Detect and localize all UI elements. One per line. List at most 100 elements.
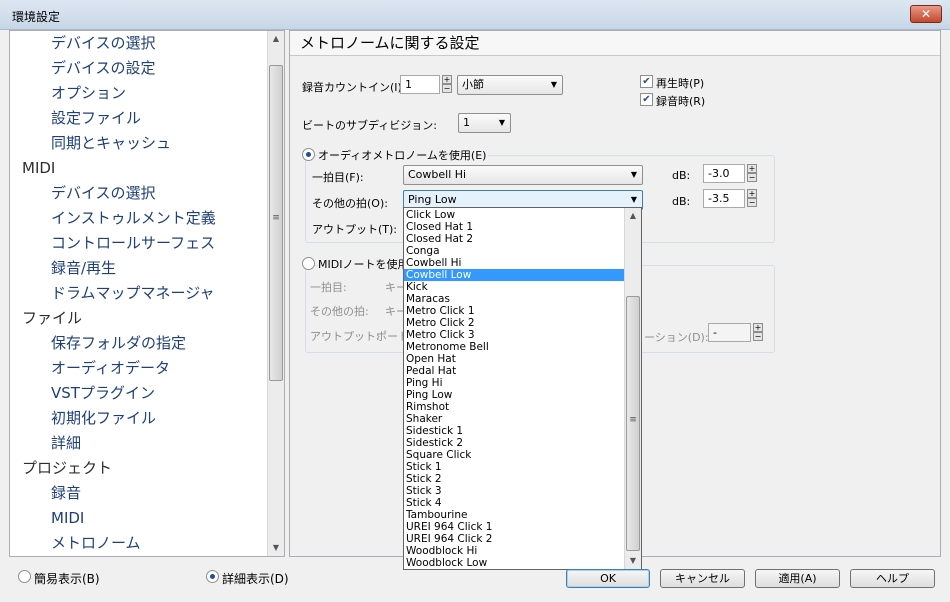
dropdown-option[interactable]: Metro Click 2	[404, 317, 626, 329]
dropdown-option[interactable]: Conga	[404, 245, 626, 257]
play-label: 再生時(P)	[656, 77, 705, 90]
dropdown-scroll-thumb[interactable]: ≡	[626, 296, 640, 551]
subdivision-label: ビートのサブディビジョン:	[302, 119, 437, 132]
dropdown-option[interactable]: Cowbell Low	[404, 269, 626, 281]
help-button[interactable]: ヘルプ	[850, 569, 935, 588]
dropdown-option[interactable]: Square Click	[404, 449, 626, 461]
dropdown-option[interactable]: Stick 4	[404, 497, 626, 509]
tree-item[interactable]: オプション	[51, 81, 126, 105]
subdivision-select[interactable]: 1 ▼	[458, 113, 511, 133]
dropdown-option[interactable]: Ping Low	[404, 389, 626, 401]
dropdown-option[interactable]: Shaker	[404, 413, 626, 425]
scroll-up-icon[interactable]: ▲	[268, 31, 284, 47]
dropdown-option[interactable]: Metro Click 1	[404, 305, 626, 317]
dropdown-option[interactable]: UREI 964 Click 1	[404, 521, 626, 533]
dropdown-scrollbar[interactable]: ▲ ≡ ▼	[624, 208, 641, 569]
dropdown-option[interactable]: Maracas	[404, 293, 626, 305]
dropdown-option[interactable]: Closed Hat 1	[404, 221, 626, 233]
first-db-input[interactable]: -3.0	[703, 164, 745, 183]
dropdown-option[interactable]: Click Low	[404, 209, 626, 221]
simple-view-radio[interactable]	[18, 570, 31, 583]
dropdown-option[interactable]: Ping Hi	[404, 377, 626, 389]
first-db-label: dB:	[672, 169, 691, 182]
tree-item[interactable]: 録音/再生	[51, 256, 116, 280]
tree-item[interactable]: VSTプラグイン	[51, 381, 155, 405]
dropdown-option[interactable]: Sidestick 2	[404, 437, 626, 449]
other-db-stepper[interactable]: + −	[747, 189, 757, 208]
tree-item[interactable]: デバイスの選択	[51, 181, 156, 205]
tree-item[interactable]: MIDI	[51, 506, 84, 530]
first-beat-value: Cowbell Hi	[408, 168, 467, 181]
count-in-unit-value: 小節	[462, 78, 484, 91]
detail-view-label: 詳細表示(D)	[222, 572, 289, 586]
tree-item[interactable]: ファイル	[22, 306, 82, 330]
tree-item[interactable]: デバイスの設定	[51, 56, 156, 80]
midi-velocity-stepper[interactable]: + −	[753, 323, 763, 342]
title-bar: 環境設定 ✕	[0, 0, 950, 30]
audio-metronome-radio[interactable]	[302, 148, 315, 161]
dropdown-option[interactable]: Woodblock Low	[404, 557, 626, 569]
dropdown-option[interactable]: Closed Hat 2	[404, 233, 626, 245]
dropdown-option[interactable]: Stick 2	[404, 473, 626, 485]
midi-first-label: 一拍目:	[310, 281, 347, 294]
dropdown-option[interactable]: Tambourine	[404, 509, 626, 521]
first-db-stepper[interactable]: + −	[747, 164, 757, 183]
close-button[interactable]: ✕	[910, 5, 942, 23]
tree-item[interactable]: 設定ファイル	[51, 106, 141, 130]
dropdown-option[interactable]: Rimshot	[404, 401, 626, 413]
tree-item[interactable]: デバイスの選択	[51, 31, 156, 55]
apply-button[interactable]: 適用(A)	[755, 569, 840, 588]
audio-metronome-label: オーディオメトロノームを使用(E)	[318, 147, 489, 163]
tree-item[interactable]: 保存フォルダの指定	[51, 331, 186, 355]
ok-button[interactable]: OK	[566, 569, 650, 588]
plus-icon[interactable]: +	[753, 323, 763, 332]
tree-item[interactable]: インストゥルメント定義	[51, 206, 216, 230]
dropdown-option[interactable]: Woodblock Hi	[404, 545, 626, 557]
cancel-button[interactable]: キャンセル	[660, 569, 745, 588]
dropdown-option[interactable]: Metronome Bell	[404, 341, 626, 353]
tree-item[interactable]: 録音	[51, 481, 81, 505]
scroll-up-icon[interactable]: ▲	[625, 208, 641, 224]
minus-icon[interactable]: −	[442, 84, 452, 93]
midi-note-radio[interactable]	[302, 257, 315, 270]
tree-item[interactable]: メトロノーム	[51, 531, 141, 555]
dropdown-option[interactable]: Cowbell Hi	[404, 257, 626, 269]
first-beat-select[interactable]: Cowbell Hi ▼	[403, 165, 643, 185]
other-db-input[interactable]: -3.5	[703, 189, 745, 208]
tree-item[interactable]: コントロールサーフェス	[51, 231, 215, 255]
tree-item[interactable]: 初期化ファイル	[51, 406, 156, 430]
tree-item[interactable]: プロジェクト	[22, 456, 112, 480]
tree-scroll-thumb[interactable]: ≡	[269, 65, 283, 381]
rec-checkbox[interactable]: ✔	[640, 93, 653, 106]
count-in-unit-select[interactable]: 小節 ▼	[457, 75, 563, 95]
plus-icon[interactable]: +	[747, 189, 757, 198]
minus-icon[interactable]: −	[753, 332, 763, 341]
dropdown-option[interactable]: Metro Click 3	[404, 329, 626, 341]
midi-velocity-input[interactable]: -	[708, 323, 751, 342]
dropdown-option[interactable]: UREI 964 Click 2	[404, 533, 626, 545]
count-in-input[interactable]: 1	[400, 75, 440, 94]
scroll-down-icon[interactable]: ▼	[625, 553, 641, 569]
count-in-stepper[interactable]: + −	[442, 75, 452, 94]
dropdown-option[interactable]: Kick	[404, 281, 626, 293]
tree-item[interactable]: ドラムマップマネージャ	[51, 281, 215, 305]
chevron-down-icon: ▼	[550, 80, 557, 89]
tree-item[interactable]: 同期とキャッシュ	[51, 131, 171, 155]
dropdown-option[interactable]: Pedal Hat	[404, 365, 626, 377]
minus-icon[interactable]: −	[747, 198, 757, 207]
detail-view-radio[interactable]	[206, 570, 219, 583]
tree-item[interactable]: オーディオデータ	[51, 356, 170, 380]
dropdown-option[interactable]: Stick 1	[404, 461, 626, 473]
plus-icon[interactable]: +	[442, 75, 452, 84]
plus-icon[interactable]: +	[747, 164, 757, 173]
dropdown-option[interactable]: Stick 3	[404, 485, 626, 497]
tree-item[interactable]: 詳細	[51, 431, 81, 455]
scroll-down-icon[interactable]: ▼	[268, 540, 284, 556]
dropdown-option[interactable]: Sidestick 1	[404, 425, 626, 437]
tree-item[interactable]: MIDI	[22, 156, 55, 180]
dropdown-option[interactable]: Open Hat	[404, 353, 626, 365]
play-checkbox[interactable]: ✔	[640, 75, 653, 88]
midi-other-label: その他の拍:	[310, 305, 369, 318]
minus-icon[interactable]: −	[747, 173, 757, 182]
tree-scrollbar[interactable]: ▲ ≡ ▼	[267, 31, 284, 556]
